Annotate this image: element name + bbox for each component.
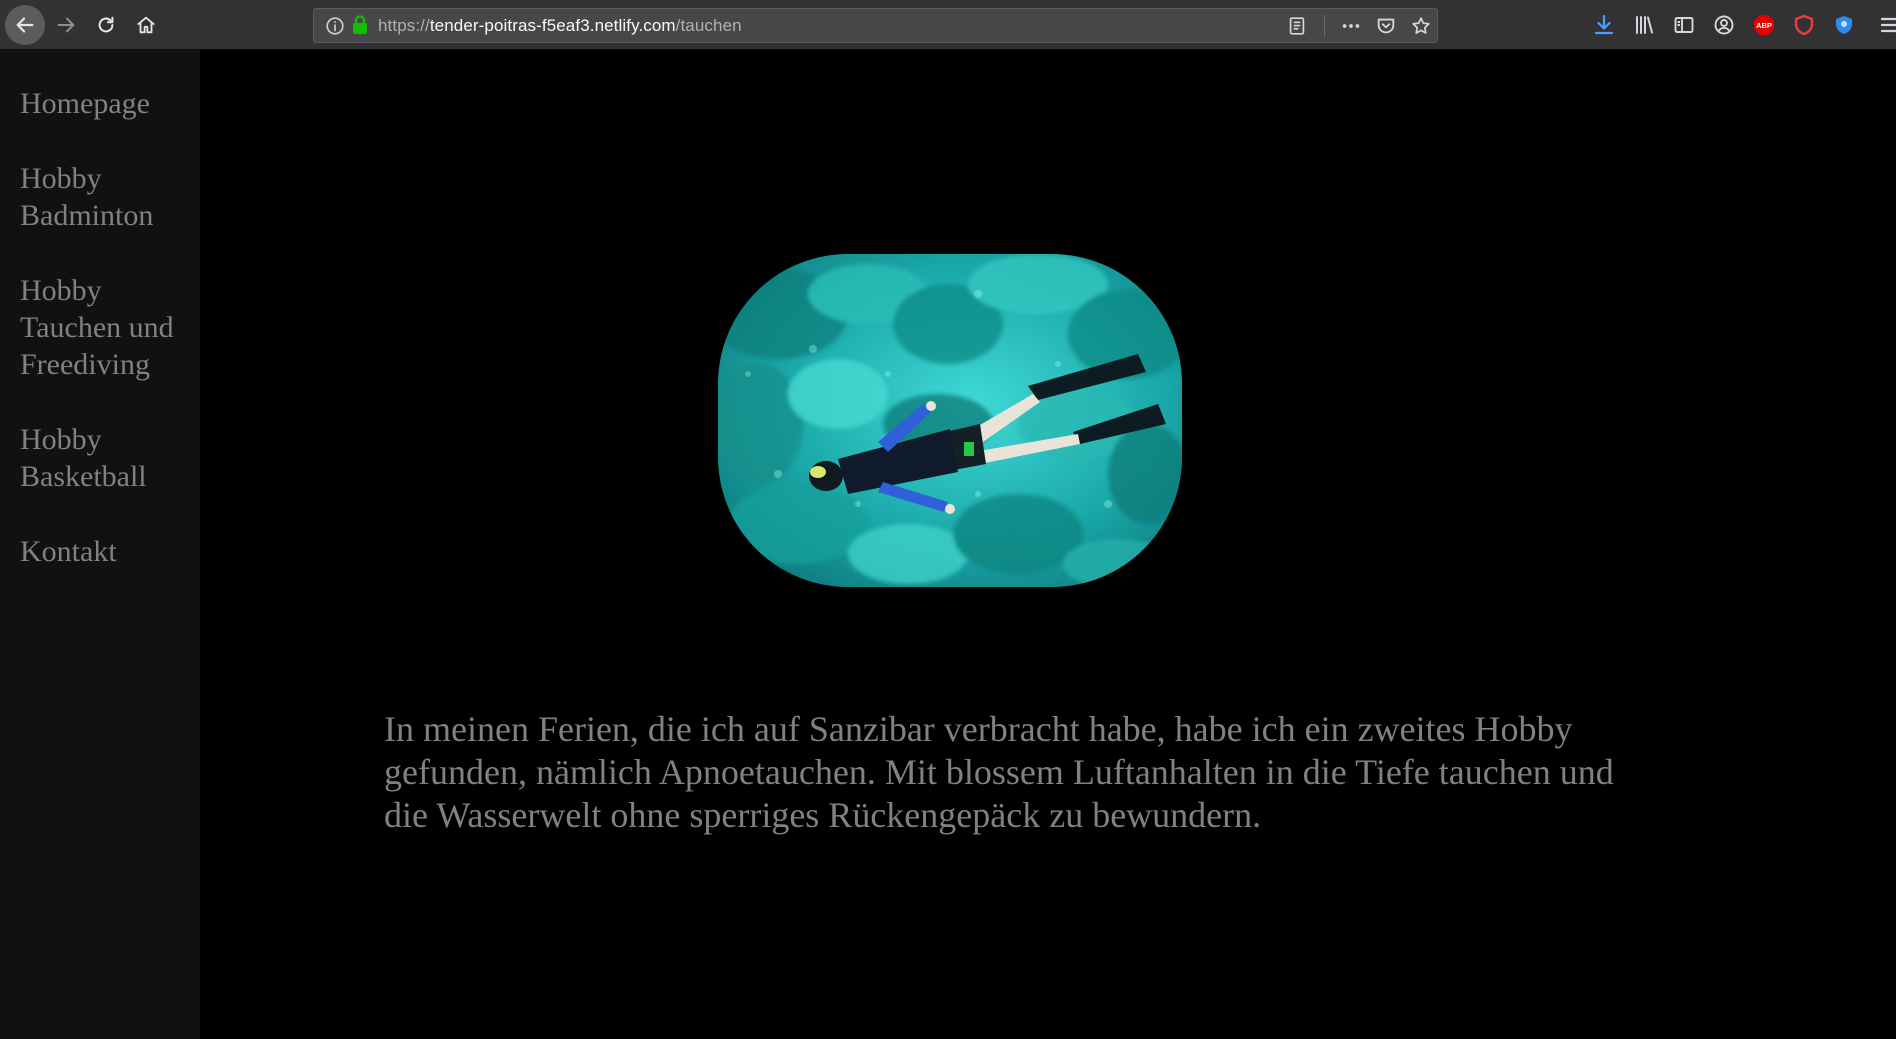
browser-toolbar: https://tender-poitras-f5eaf3.netlify.co… (0, 0, 1896, 50)
url-domain: tender-poitras-f5eaf3.netlify.com (429, 16, 676, 35)
nav-item-basketball[interactable]: Hobby Basketball (0, 421, 170, 495)
shield-extension-icon[interactable] (1792, 13, 1816, 37)
privacy-extension-icon[interactable] (1832, 13, 1856, 37)
arrow-left-icon (16, 17, 34, 33)
freediving-photo (718, 254, 1182, 587)
sidebar-toggle-icon[interactable] (1672, 13, 1696, 37)
nav-list: Homepage Hobby Badminton Hobby Tauchen u… (0, 85, 200, 570)
nav-item-homepage[interactable]: Homepage (0, 85, 170, 122)
reload-icon (98, 16, 114, 33)
nav-item-kontakt[interactable]: Kontakt (0, 533, 170, 570)
address-bar[interactable]: https://tender-poitras-f5eaf3.netlify.co… (313, 8, 1438, 43)
adblock-plus-icon[interactable]: ABP (1752, 13, 1776, 37)
pocket-icon[interactable] (1375, 15, 1397, 37)
back-button[interactable] (5, 5, 45, 45)
site-info-icon[interactable] (324, 15, 346, 37)
library-icon[interactable] (1632, 13, 1656, 37)
sidebar-nav: Homepage Hobby Badminton Hobby Tauchen u… (0, 50, 200, 1039)
reload-button[interactable] (86, 5, 126, 45)
forward-button[interactable] (46, 5, 86, 45)
url-text[interactable]: https://tender-poitras-f5eaf3.netlify.co… (378, 16, 742, 36)
page-actions-icon[interactable] (1340, 15, 1362, 37)
story-paragraph: In meinen Ferien, die ich auf Sanzibar v… (384, 709, 1614, 835)
reader-view-icon[interactable] (1286, 15, 1308, 37)
lock-icon[interactable] (350, 14, 370, 36)
downloads-icon[interactable] (1592, 13, 1616, 37)
arrow-right-icon (57, 17, 75, 33)
address-bar-separator (1324, 15, 1325, 37)
nav-item-tauchen[interactable]: Hobby Tauchen und Freediving (0, 272, 185, 383)
home-button[interactable] (126, 5, 166, 45)
nav-item-badminton[interactable]: Hobby Badminton (0, 160, 170, 234)
bookmark-star-icon[interactable] (1410, 15, 1432, 37)
account-icon[interactable] (1712, 13, 1736, 37)
home-icon (137, 16, 155, 34)
url-path: /tauchen (675, 16, 742, 35)
adblock-plus-label: ABP (1756, 21, 1772, 30)
menu-icon[interactable] (1878, 13, 1896, 37)
url-scheme: https:// (378, 16, 430, 35)
